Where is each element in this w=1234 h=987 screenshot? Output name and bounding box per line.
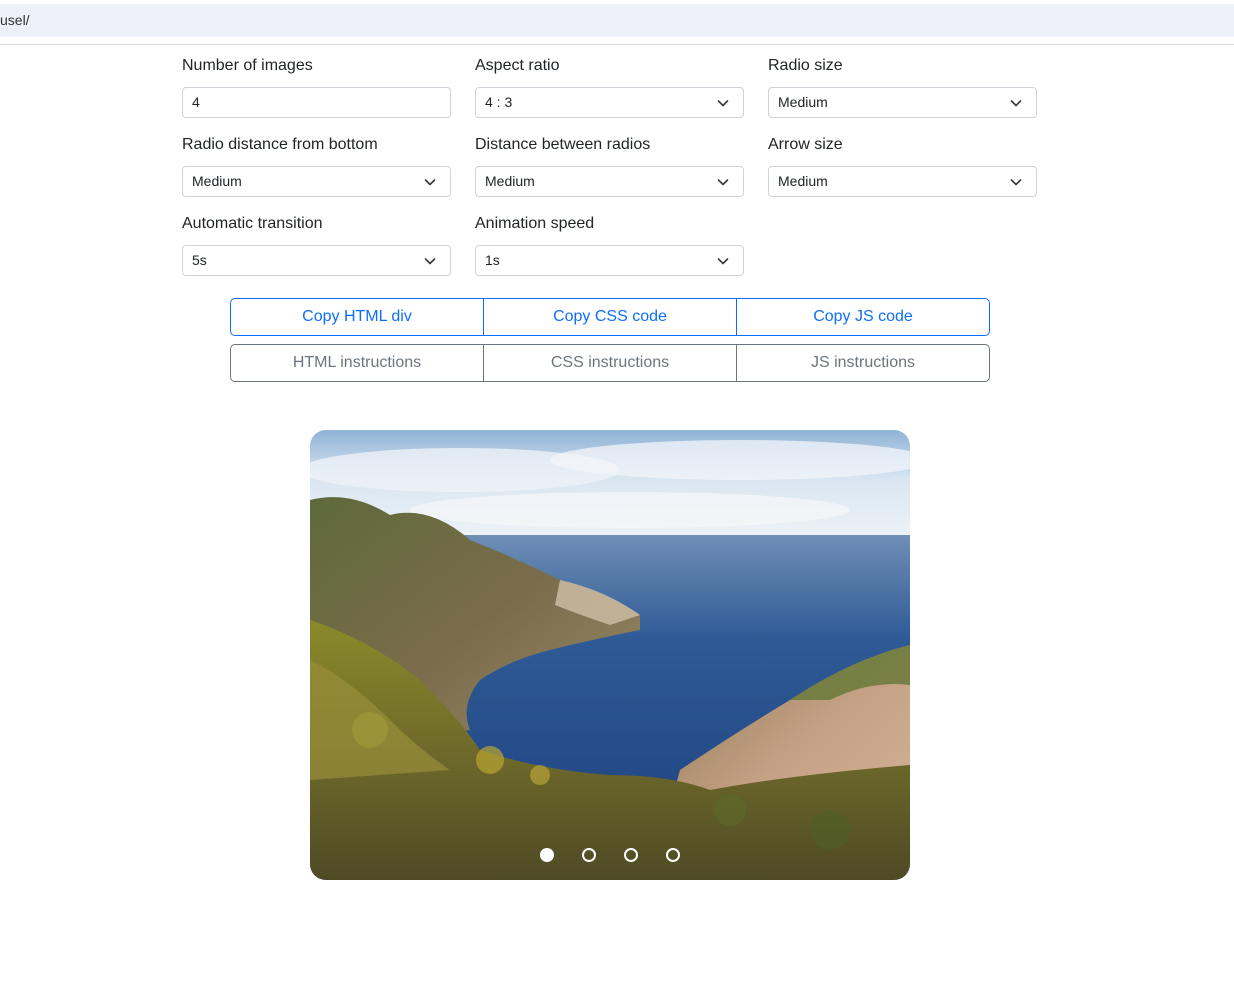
automatic-transition-value: 5s	[192, 252, 207, 268]
radio-distance-bottom-label: Radio distance from bottom	[182, 136, 378, 153]
animation-speed-label: Animation speed	[475, 215, 595, 232]
radio-size-select[interactable]: Medium	[768, 87, 1037, 118]
number-of-images-field: Number of images 4	[182, 55, 451, 118]
chevron-down-icon	[1010, 179, 1022, 186]
distance-between-radios-label: Distance between radios	[475, 136, 651, 153]
distance-between-radios-select[interactable]: Medium	[475, 166, 744, 197]
image-carousel[interactable]	[310, 430, 910, 880]
copy-css-button[interactable]: Copy CSS code	[483, 298, 737, 336]
address-divider	[0, 44, 1234, 45]
carousel-radio-3[interactable]	[624, 848, 638, 862]
chevron-down-icon	[717, 100, 729, 107]
instructions-button-group: HTML instructions CSS instructions JS in…	[230, 344, 990, 382]
number-of-images-value: 4	[192, 94, 200, 110]
radio-distance-bottom-value: Medium	[192, 173, 242, 189]
carousel-radio-2[interactable]	[582, 848, 596, 862]
distance-between-radios-field: Distance between radios Medium	[475, 134, 744, 197]
aspect-ratio-field: Aspect ratio 4 : 3	[475, 55, 744, 118]
chevron-down-icon	[717, 179, 729, 186]
radio-distance-bottom-field: Radio distance from bottom Medium	[182, 134, 451, 197]
distance-between-radios-value: Medium	[485, 173, 535, 189]
radio-size-value: Medium	[778, 94, 828, 110]
arrow-size-field: Arrow size Medium	[768, 134, 1037, 197]
automatic-transition-field: Automatic transition 5s	[182, 213, 451, 276]
copy-button-group: Copy HTML div Copy CSS code Copy JS code	[230, 298, 990, 336]
radio-size-label: Radio size	[768, 57, 843, 74]
number-of-images-label: Number of images	[182, 57, 313, 74]
animation-speed-field: Animation speed 1s	[475, 213, 744, 276]
carousel-radio-group	[310, 848, 910, 862]
aspect-ratio-select[interactable]: 4 : 3	[475, 87, 744, 118]
number-of-images-input[interactable]: 4	[182, 87, 451, 118]
radio-distance-bottom-select[interactable]: Medium	[182, 166, 451, 197]
arrow-size-select[interactable]: Medium	[768, 166, 1037, 197]
automatic-transition-label: Automatic transition	[182, 215, 323, 232]
address-bar[interactable]: usel/	[0, 4, 1234, 37]
animation-speed-select[interactable]: 1s	[475, 245, 744, 276]
chevron-down-icon	[717, 258, 729, 265]
address-text: usel/	[0, 12, 30, 28]
js-instructions-button[interactable]: JS instructions	[736, 344, 990, 382]
carousel-radio-4[interactable]	[666, 848, 680, 862]
chevron-down-icon	[1010, 100, 1022, 107]
carousel-radio-1[interactable]	[540, 848, 554, 862]
aspect-ratio-label: Aspect ratio	[475, 57, 560, 74]
carousel-slide-image	[310, 430, 910, 880]
css-instructions-button[interactable]: CSS instructions	[483, 344, 737, 382]
aspect-ratio-value: 4 : 3	[485, 94, 513, 110]
chevron-down-icon	[424, 258, 436, 265]
html-instructions-button[interactable]: HTML instructions	[230, 344, 484, 382]
automatic-transition-select[interactable]: 5s	[182, 245, 451, 276]
copy-html-button[interactable]: Copy HTML div	[230, 298, 484, 336]
copy-js-button[interactable]: Copy JS code	[736, 298, 990, 336]
chevron-down-icon	[424, 179, 436, 186]
animation-speed-value: 1s	[485, 252, 500, 268]
arrow-size-label: Arrow size	[768, 136, 843, 153]
arrow-size-value: Medium	[778, 173, 828, 189]
radio-size-field: Radio size Medium	[768, 55, 1037, 118]
